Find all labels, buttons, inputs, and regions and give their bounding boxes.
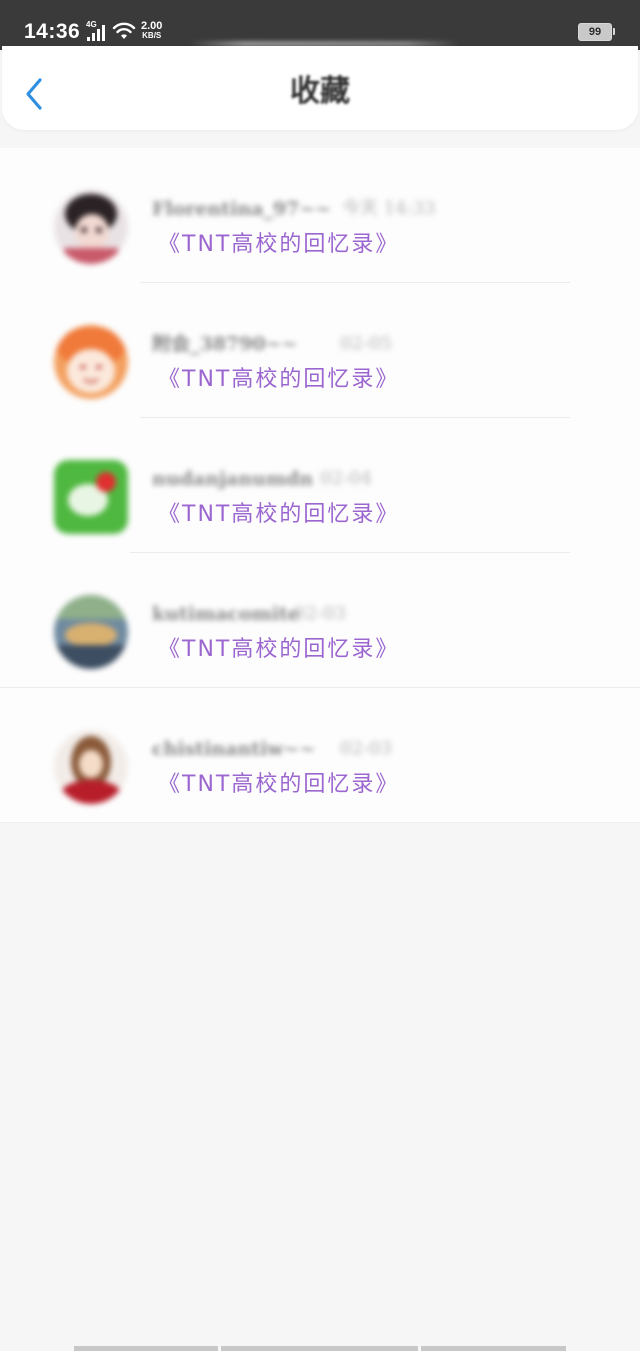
avatar	[54, 325, 128, 399]
avatar	[54, 190, 128, 264]
status-bar: 14:36 4G 2.00 KB/S 99	[0, 0, 640, 50]
timestamp: 02-05	[340, 333, 392, 354]
list-item[interactable]: chistinantiw~~ 02-03 《TNT高校的回忆录》	[0, 688, 640, 823]
book-title-link[interactable]: 《TNT高校的回忆录》	[158, 502, 399, 528]
username: nudanjanumdn	[152, 468, 314, 490]
favorites-list: Florentina_97~~ 今天 14:33 《TNT高校的回忆录》 附会_…	[0, 148, 640, 823]
book-title-link[interactable]: 《TNT高校的回忆录》	[158, 232, 399, 258]
timestamp: 02-03	[294, 603, 346, 624]
timestamp: 今天 14:33	[342, 198, 436, 219]
gesture-bar-separator	[418, 1346, 421, 1351]
page-title: 收藏	[290, 74, 350, 109]
network-speed-value: 2.00	[141, 20, 163, 32]
list-item[interactable]: kutimacomite 02-03 《TNT高校的回忆录》	[0, 553, 640, 688]
bottom-gesture-bar[interactable]	[74, 1346, 566, 1351]
avatar	[54, 595, 128, 669]
battery-tip	[613, 28, 615, 35]
username: 附会_38790~~	[152, 333, 298, 355]
list-item[interactable]: Florentina_97~~ 今天 14:33 《TNT高校的回忆录》	[0, 148, 640, 283]
cellular-signal-icon: 4G	[86, 20, 110, 42]
avatar	[54, 730, 128, 804]
top-navigation-bar: 收藏	[2, 46, 638, 130]
username: kutimacomite	[152, 603, 300, 625]
list-item[interactable]: nudanjanumdn 02-04 《TNT高校的回忆录》	[0, 418, 640, 553]
book-title-link[interactable]: 《TNT高校的回忆录》	[158, 637, 399, 663]
list-item[interactable]: 附会_38790~~ 02-05 《TNT高校的回忆录》	[0, 283, 640, 418]
network-speed: 2.00 KB/S	[141, 21, 162, 41]
username: Florentina_97~~	[152, 198, 332, 220]
timestamp: 02-04	[320, 468, 372, 489]
avatar	[54, 460, 128, 534]
book-title-link[interactable]: 《TNT高校的回忆录》	[158, 772, 399, 798]
battery-icon: 99	[578, 23, 612, 41]
timestamp: 02-03	[340, 738, 392, 759]
wifi-icon	[112, 22, 136, 39]
network-speed-unit: KB/S	[142, 31, 162, 40]
gesture-bar-separator	[218, 1346, 221, 1351]
divider	[0, 822, 640, 823]
status-time: 14:36	[24, 20, 81, 43]
book-title-link[interactable]: 《TNT高校的回忆录》	[158, 367, 399, 393]
username: chistinantiw~~	[152, 738, 316, 760]
